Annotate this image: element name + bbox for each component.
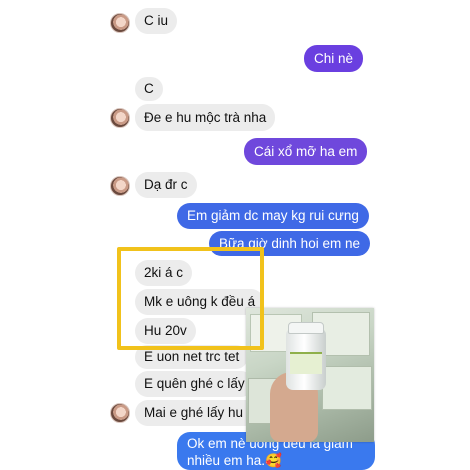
message-text: C (144, 81, 154, 97)
contact-avatar-4[interactable] (110, 403, 130, 423)
photo-jar-lid-shape (288, 322, 324, 334)
message-incoming[interactable]: 2ki á c (135, 260, 193, 286)
message-text: Hu 20v (144, 323, 187, 339)
message-outgoing[interactable]: Em giảm dc may kg rui cưng (177, 203, 369, 229)
message-incoming[interactable]: Dạ đr c (135, 172, 197, 198)
message-text: Em giảm dc may kg rui cưng (187, 208, 359, 224)
message-text: 2ki á c (144, 265, 184, 281)
message-text: Mk e uông k đều á (144, 294, 256, 310)
message-incoming[interactable]: Mk e uông k đều á (135, 289, 265, 315)
message-incoming[interactable]: E uon net trc tet (135, 345, 249, 369)
message-text: Dạ đr c (144, 177, 188, 193)
photo-jar-label-shape (290, 352, 322, 374)
message-text: Mai e ghé lấy hu nu (144, 405, 262, 421)
product-jar-photo[interactable] (246, 308, 374, 442)
contact-avatar-3[interactable] (110, 176, 130, 196)
message-text: Đe e hu mộc trà nha (144, 109, 267, 125)
contact-avatar-1[interactable] (110, 13, 130, 33)
message-text: Bữa giờ dinh hoi em ne (219, 235, 360, 251)
message-outgoing[interactable]: Cái xổ mỡ ha em (244, 138, 368, 165)
message-incoming[interactable]: C iu (135, 8, 178, 34)
message-incoming[interactable]: Hu 20v (135, 318, 196, 344)
message-incoming[interactable]: Đe e hu mộc trà nha (135, 104, 276, 131)
contact-avatar-2[interactable] (110, 108, 130, 128)
photo-box-shape (322, 366, 372, 410)
message-incoming[interactable]: C (135, 77, 163, 101)
message-text: E uon net trc tet (144, 349, 240, 365)
message-text: E quên ghé c lấy (144, 376, 245, 392)
message-outgoing[interactable]: Chi nè (304, 45, 364, 72)
message-text: Cái xổ mỡ ha em (254, 143, 358, 159)
message-text: Chi nè (314, 50, 354, 66)
message-incoming[interactable]: E quên ghé c lấy (135, 371, 254, 397)
chat-screenshot: C iu Chi nè C Đe e hu mộc trà nha Cái xổ… (0, 0, 470, 470)
message-text: C iu (144, 13, 169, 29)
message-outgoing[interactable]: Bữa giờ dinh hoi em ne (209, 231, 370, 256)
